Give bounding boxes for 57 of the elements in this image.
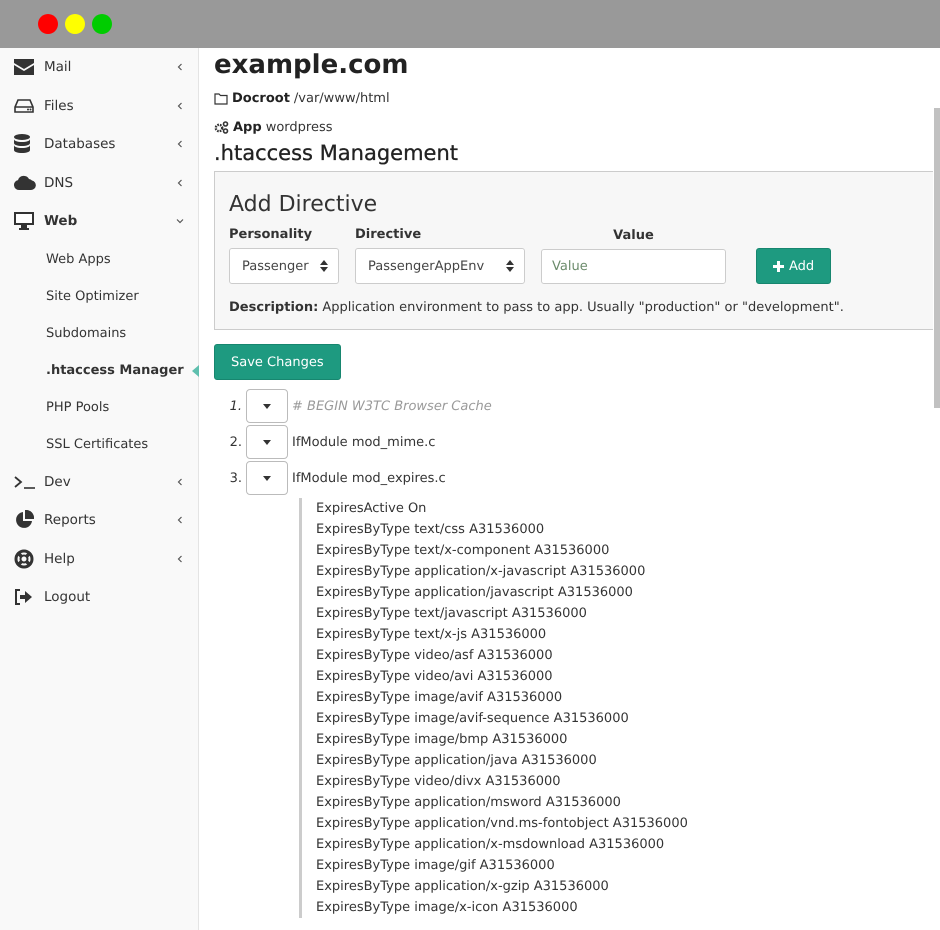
line-number: 3.: [228, 470, 242, 486]
directive-line: ExpiresByType text/x-js A31536000: [316, 626, 548, 644]
directive-line: ExpiresByType image/avif-sequence A31536000: [316, 710, 630, 728]
docroot-path: /var/www/html: [294, 91, 390, 106]
field-label: Directive: [355, 227, 422, 242]
personality-select[interactable]: Passenger: [229, 248, 339, 284]
directive-line: IfModule mod_mime.c: [292, 434, 436, 450]
panel-title: Add Directive: [229, 192, 378, 217]
sidebar-item[interactable]: Files: [0, 86, 198, 125]
directive-line: ExpiresByType text/css A31536000: [316, 521, 546, 539]
section-title: .htaccess Management: [214, 141, 459, 165]
sidebar-item[interactable]: Databases: [0, 125, 198, 164]
directive-line: ExpiresByType application/x-gzip A31536000: [316, 878, 610, 896]
directive-line: ExpiresByType video/asf A31536000: [316, 647, 554, 665]
sidebar-item[interactable]: Web: [0, 202, 198, 240]
directive-line: ExpiresByType image/bmp A31536000: [316, 731, 568, 749]
sidebar-subitem[interactable]: PHP Pools: [0, 388, 198, 426]
directive-line: IfModule mod_expires.c: [292, 470, 446, 486]
line-number: 1.: [228, 398, 242, 414]
add-button[interactable]: Add: [756, 248, 832, 284]
value-input[interactable]: Value: [541, 249, 726, 284]
directive-line: ExpiresByType image/x-icon A31536000: [316, 899, 579, 917]
directive-description: Description: Application environment to pass to app. Usually "production" or "development".: [229, 300, 845, 315]
directive-line: ExpiresByType application/javascript A31536000: [316, 584, 634, 602]
directive-line: ExpiresByType application/vnd.ms-fontobject A31536000: [316, 815, 689, 833]
directive-line: ExpiresByType image/avif A31536000: [316, 689, 564, 707]
app-label: App: [233, 120, 262, 135]
directive-line: ExpiresByType video/avi A31536000: [316, 668, 554, 686]
sidebar-item[interactable]: DNS: [0, 164, 198, 202]
sidebar-item[interactable]: Reports: [0, 501, 198, 540]
sidebar-subitem[interactable]: SSL Certificates: [0, 426, 198, 462]
directive-select[interactable]: PassengerAppEnv: [355, 248, 525, 284]
directive-line: ExpiresByType text/javascript A31536000: [316, 605, 588, 623]
directive-line: ExpiresByType application/x-msdownload A31536000: [316, 836, 666, 854]
save-changes-button[interactable]: Save Changes: [214, 344, 341, 380]
sidebar-item[interactable]: Help: [0, 540, 198, 578]
directive-line: ExpiresByType image/gif A31536000: [316, 857, 556, 875]
app-name: wordpress: [266, 120, 332, 135]
directive-line: ExpiresByType application/java A31536000: [316, 752, 598, 770]
line-number: 2.: [228, 434, 242, 450]
directive-line: ExpiresByType application/x-javascript A31536000: [316, 563, 646, 581]
sidebar-item[interactable]: Dev: [0, 462, 198, 501]
field-label: Value: [613, 228, 654, 243]
field-label: Personality: [229, 227, 314, 242]
sidebar-subitem[interactable]: Site Optimizer: [0, 278, 198, 314]
comment-line: # BEGIN W3TC Browser Cache: [292, 398, 492, 414]
sidebar-subitem[interactable]: .htaccess Manager: [0, 352, 198, 388]
sidebar-item[interactable]: Logout: [0, 578, 198, 616]
site-title: example.com: [214, 49, 410, 81]
sidebar-subitem[interactable]: Web Apps: [0, 240, 198, 278]
directive-line: ExpiresByType video/divx A31536000: [316, 773, 562, 791]
sidebar-subitem[interactable]: Subdomains: [0, 314, 198, 352]
directive-line: ExpiresActive On: [316, 500, 428, 518]
directive-line: ExpiresByType application/msword A31536000: [316, 794, 622, 812]
sidebar-item[interactable]: Mail: [0, 48, 198, 86]
docroot-label: Docroot: [232, 91, 290, 106]
directive-line: ExpiresByType text/x-component A31536000: [316, 542, 610, 560]
